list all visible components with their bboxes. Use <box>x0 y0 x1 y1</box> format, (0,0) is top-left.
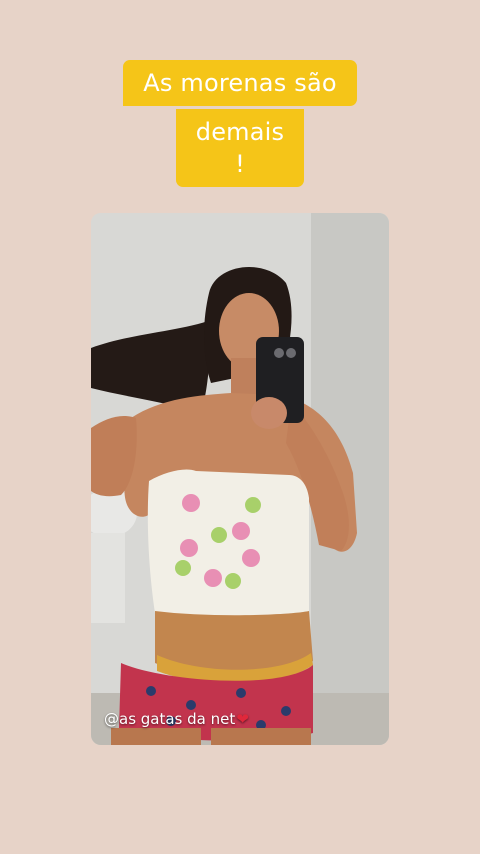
story-photo[interactable] <box>91 213 389 745</box>
watermark: @as gatas da net❤ <box>104 709 249 729</box>
watermark-text: @as gatas da net <box>104 710 236 728</box>
mirror-selfie-illustration <box>91 213 389 745</box>
heart-icon: ❤ <box>236 710 249 728</box>
caption-line-2: demais ! <box>176 109 304 187</box>
caption-line-1: As morenas são <box>123 60 357 106</box>
